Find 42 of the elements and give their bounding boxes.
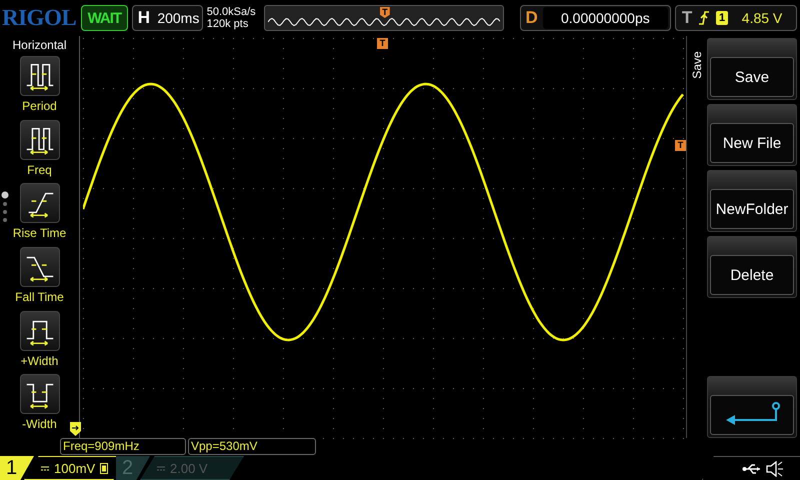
rising-edge-icon xyxy=(698,10,710,26)
measure-label: -Width xyxy=(22,417,57,432)
bandwidth-limit-icon xyxy=(100,462,108,474)
memory-depth: 120k pts xyxy=(206,18,250,30)
back-button[interactable] xyxy=(707,376,797,438)
trigger-box: T 1 4.85 V xyxy=(675,5,797,31)
measurement-readout: Vpp=530mV xyxy=(188,438,316,455)
measure-label: +Width xyxy=(20,354,58,368)
measure-button[interactable] xyxy=(20,310,60,351)
dc-coupling-icon xyxy=(41,466,49,470)
trigger-level-marker: T xyxy=(675,140,686,151)
measure-button[interactable] xyxy=(20,56,60,96)
page-indicator-icon xyxy=(1,191,9,223)
menu-button[interactable]: Save xyxy=(707,38,797,100)
usb-icon xyxy=(742,462,762,474)
speaker-muted-icon xyxy=(766,460,784,476)
measure-button[interactable] xyxy=(20,247,60,288)
menu-title: Horizontal xyxy=(12,38,67,52)
menu-title: Save xyxy=(690,50,704,80)
menu-button[interactable]: Delete xyxy=(707,236,797,298)
channel-ground-marker xyxy=(70,422,81,436)
timebase-box: H 200ms xyxy=(132,5,203,31)
measure-button[interactable] xyxy=(20,120,60,160)
delay-box: D 0.00000000ps xyxy=(520,5,672,31)
measurement-readout: Freq=909mHz xyxy=(60,438,186,455)
run-status: WAIT xyxy=(80,5,128,31)
menu-button[interactable]: NewFolder xyxy=(707,170,797,232)
measure-button[interactable] xyxy=(20,374,60,414)
dc-coupling-icon xyxy=(157,466,165,470)
menu-button[interactable]: New File xyxy=(707,104,797,166)
trigger-source: 1 xyxy=(716,11,728,25)
trigger-position-marker: T xyxy=(380,7,390,18)
channel-scale: 2.00 V xyxy=(140,456,244,480)
measure-label: Freq xyxy=(27,162,52,177)
measure-label: Fall Time xyxy=(15,290,64,304)
measure-button[interactable] xyxy=(20,183,60,224)
measure-label: Rise Time xyxy=(12,226,66,240)
brand-logo: RIGOL xyxy=(2,5,77,31)
channel-number[interactable]: 1 xyxy=(0,456,34,480)
trigger-position-marker: T xyxy=(377,38,388,49)
sample-rate: 50.0kSa/s xyxy=(206,6,257,18)
measure-label: Period xyxy=(22,99,57,113)
